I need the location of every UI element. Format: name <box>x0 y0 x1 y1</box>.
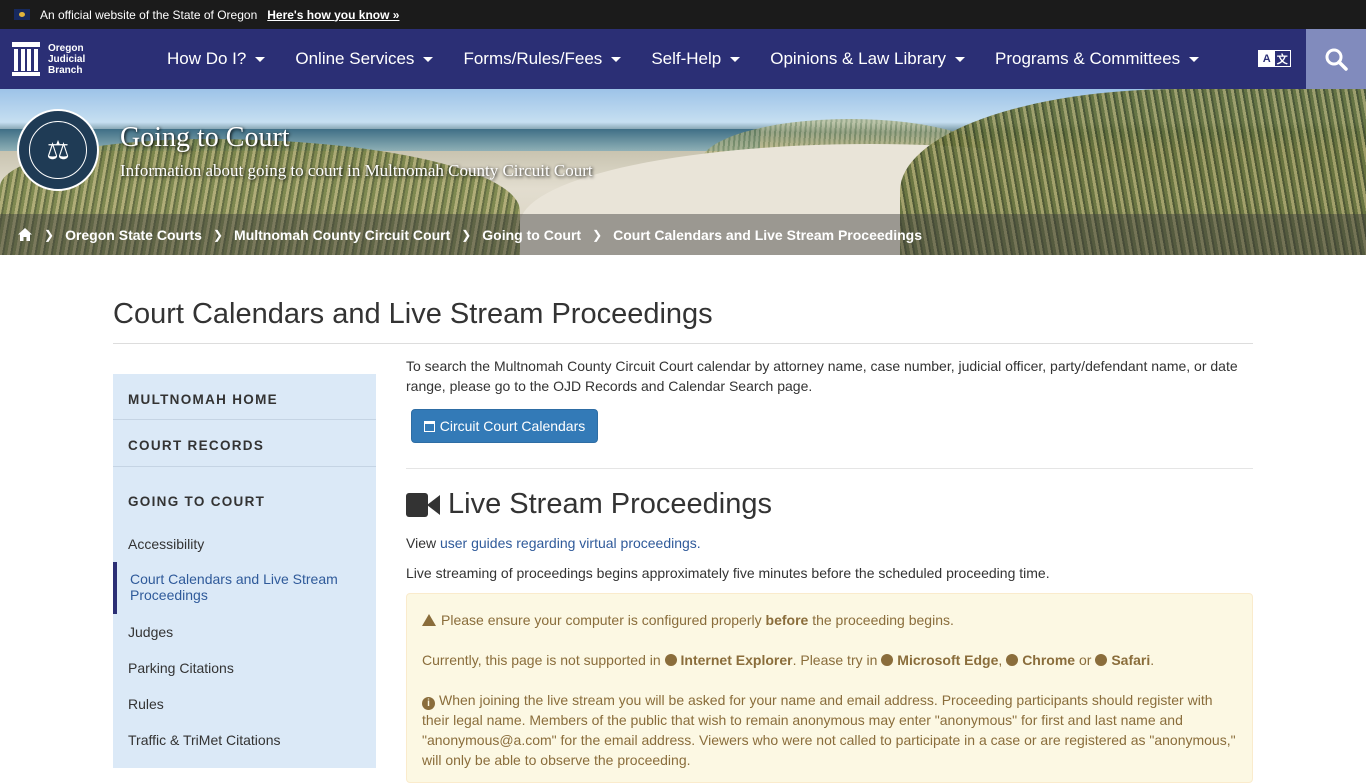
logo-text: Oregon Judicial Branch <box>48 42 86 76</box>
judicial-department-seal: ⚖ <box>17 109 99 191</box>
sidebar-item-going-to-court[interactable]: GOING TO COURT <box>113 494 376 509</box>
divider <box>113 419 376 420</box>
sidebar-item-accessibility[interactable]: Accessibility <box>128 536 204 552</box>
chevron-down-icon <box>1189 56 1200 62</box>
divider <box>406 468 1253 469</box>
nav-programs-committees[interactable]: Programs & Committees <box>980 49 1214 69</box>
nav-opinions-law-library[interactable]: Opinions & Law Library <box>755 49 980 69</box>
how-you-know-link[interactable]: Here's how you know » <box>267 8 399 22</box>
internet-explorer-icon <box>664 654 677 666</box>
search-icon <box>1325 48 1348 71</box>
breadcrumb-current: Court Calendars and Live Stream Proceedi… <box>613 226 922 243</box>
oregon-flag-icon <box>14 9 30 20</box>
microsoft-edge-icon <box>881 654 894 666</box>
chevron-right-icon: ❯ <box>44 227 55 242</box>
chevron-right-icon: ❯ <box>212 227 224 242</box>
circuit-court-calendars-button[interactable]: Circuit Court Calendars <box>411 409 598 443</box>
chevron-down-icon <box>955 56 965 62</box>
nav-forms-rules-fees[interactable]: Forms/Rules/Fees <box>448 49 636 69</box>
alert-browser-support-text: Currently, this page is not supported in… <box>422 652 1155 668</box>
chrome-icon <box>1006 654 1019 666</box>
page-title: Court Calendars and Live Stream Proceedi… <box>113 298 713 330</box>
official-text: An official website of the State of Oreg… <box>40 7 258 22</box>
divider <box>113 466 376 467</box>
official-banner: An official website of the State of Oreg… <box>0 0 1366 29</box>
chevron-right-icon: ❯ <box>461 227 472 242</box>
warning-icon <box>422 614 436 626</box>
video-camera-icon <box>406 492 440 517</box>
nav-how-do-i[interactable]: How Do I? <box>152 49 280 69</box>
chevron-down-icon <box>730 56 741 62</box>
hero-banner: ⚖ Going to Court Information about going… <box>0 89 1366 255</box>
alert-registration-text: i When joining the live stream you will b… <box>422 692 1236 768</box>
safari-icon <box>1095 654 1108 666</box>
sidebar-item-traffic-trimet[interactable]: Traffic & TriMet Citations <box>128 732 280 748</box>
sidebar-item-court-records[interactable]: COURT RECORDS <box>113 438 376 453</box>
sidebar: MULTNOMAH HOME COURT RECORDS GOING TO CO… <box>113 374 376 768</box>
sidebar-item-court-calendars[interactable]: Court Calendars and Live Stream Proceedi… <box>113 562 376 614</box>
hero-subtitle: Information about going to court in Mult… <box>120 161 593 180</box>
user-guides-link[interactable]: user guides regarding virtual proceeding… <box>440 535 701 551</box>
breadcrumb-multnomah[interactable]: Multnomah County Circuit Court <box>234 227 450 243</box>
breadcrumb-going-to-court[interactable]: Going to Court <box>482 227 581 243</box>
ojd-logo[interactable]: Oregon Judicial Branch <box>12 41 92 77</box>
breadcrumb: ❯ Oregon State Courts ❯ Multnomah County… <box>0 214 1366 255</box>
chevron-right-icon: ❯ <box>592 227 603 242</box>
pillar-icon <box>12 42 40 76</box>
sidebar-item-multnomah-home[interactable]: MULTNOMAH HOME <box>113 392 376 407</box>
chevron-down-icon <box>423 56 434 62</box>
divider <box>113 343 1253 344</box>
chevron-down-icon <box>611 56 622 62</box>
info-icon: i <box>422 697 435 710</box>
nav-menu: How Do I? Online Services Forms/Rules/Fe… <box>152 29 1214 89</box>
main-navigation: Oregon Judicial Branch How Do I? Online … <box>0 29 1366 89</box>
stream-timing-text: Live streaming of proceedings begins app… <box>406 565 1050 581</box>
home-icon[interactable] <box>17 227 33 242</box>
breadcrumb-oregon-state-courts[interactable]: Oregon State Courts <box>65 227 202 243</box>
nav-online-services[interactable]: Online Services <box>280 49 448 69</box>
sidebar-item-judges[interactable]: Judges <box>128 624 173 640</box>
scales-icon: ⚖ <box>29 121 87 179</box>
hero-title: Going to Court <box>120 122 290 153</box>
search-button[interactable] <box>1306 29 1366 89</box>
warning-alert: Please ensure your computer is configure… <box>406 593 1253 783</box>
calendar-icon <box>423 420 435 432</box>
user-guides-line: View user guides regarding virtual proce… <box>406 535 701 551</box>
sidebar-item-rules[interactable]: Rules <box>128 696 164 712</box>
alert-configure-text: Please ensure your computer is configure… <box>422 610 1237 630</box>
live-stream-heading: Live Stream Proceedings <box>406 488 772 521</box>
chevron-down-icon <box>255 56 266 62</box>
translate-icon[interactable]: A 文 <box>1258 50 1291 67</box>
calendar-search-intro: To search the Multnomah County Circuit C… <box>406 358 1238 394</box>
nav-self-help[interactable]: Self-Help <box>636 49 755 69</box>
sidebar-item-parking-citations[interactable]: Parking Citations <box>128 660 234 676</box>
